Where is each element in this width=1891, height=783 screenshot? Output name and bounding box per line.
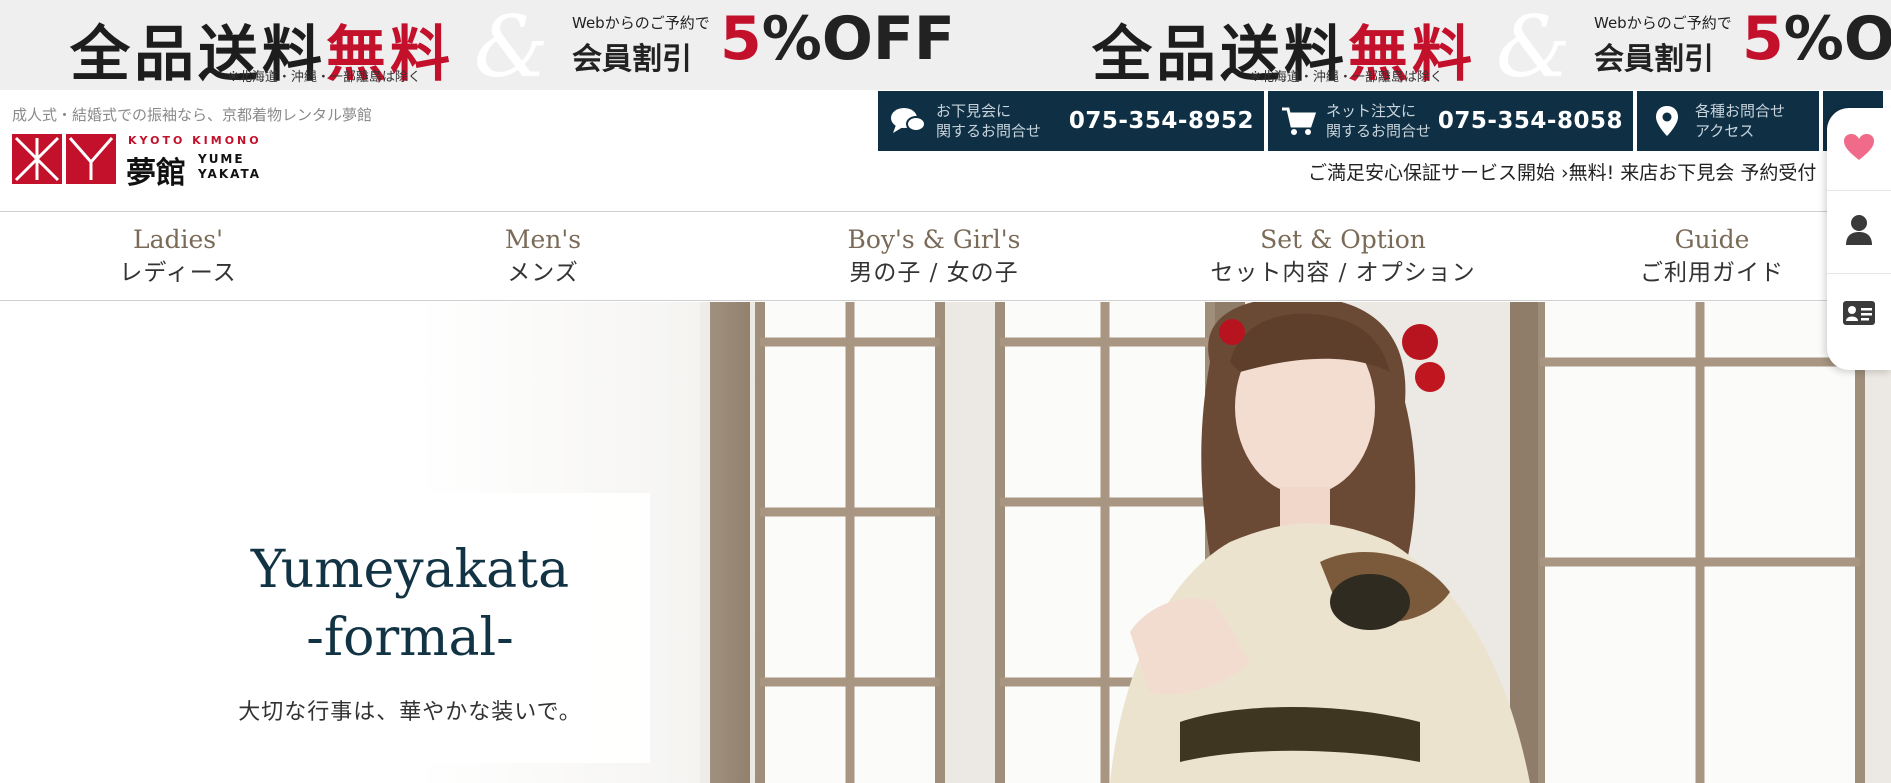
contact-label-line: 関するお問合せ [1326,122,1432,140]
chat-icon [888,101,928,141]
contact-access-label: 各種お問合せ アクセス [1695,101,1785,141]
contact-online-order-label: ネット注文に 関するお問合せ [1326,101,1431,141]
contact-label-line: 各種お問合せ [1695,102,1786,120]
promo-discount-number: 5 [720,4,762,74]
promo-banner[interactable]: 全品送料無料 ※北海道・沖縄・一部離島は除く & Webからのご予約で 会員割引… [0,0,1891,90]
hero-subtitle: 大切な行事は、華やかな装いで。 [238,700,582,725]
contact-label-line: 関するお問合せ [936,122,1042,140]
contact-label-line: ネット注文に [1326,102,1417,120]
logo-english-line-1: YUME [198,152,245,166]
nav-label-jp: 男の子 / 女の子 [849,260,1019,286]
nav-label-jp: レディース [119,260,237,286]
map-pin-icon [1647,101,1687,141]
site-logo[interactable]: KYOTO KIMONO 夢館 YUME YAKATA [12,132,272,191]
contact-online-order[interactable]: ネット注文に 関するお問合せ 075-354-8058 [1268,91,1633,151]
logo-mark-icon [12,134,116,184]
contact-preview-label: お下見会に 関するお問合せ [936,101,1041,141]
promo-ampersand: & [1496,0,1571,90]
promo-discount: 5%OFF [720,4,955,74]
contact-preview[interactable]: お下見会に 関するお問合せ 075-354-8952 [878,91,1264,151]
side-floating-panel [1827,108,1891,370]
promo-web-text: Webからのご予約で [1594,14,1732,32]
nav-label-en: Men's [504,225,582,254]
site-tagline: 成人式・結婚式での振袖なら、京都着物レンタル夢館 [12,106,373,124]
id-card-icon [1842,300,1876,330]
promo-web-text: Webからのご予約で [572,14,710,32]
nav-label-jp: メンズ [507,260,579,286]
promo-discount: 5%OFF [1742,4,1891,74]
nav-kids[interactable]: Boy's & Girl's 男の子 / 女の子 [814,224,1054,290]
nav-label-jp: セット内容 / オプション [1210,260,1476,286]
contact-access[interactable]: 各種お問合せ アクセス [1637,91,1819,151]
nav-label-en: Set & Option [1260,225,1426,254]
account-button[interactable] [1827,191,1891,274]
hero-title-line-2: -formal- [306,608,514,668]
promo-discount-number: 5 [1742,4,1784,74]
favorites-button[interactable] [1827,108,1891,191]
hero-banner[interactable]: Yumeyakata -formal- 大切な行事は、華やかな装いで。 [0,302,1891,783]
nav-set-option[interactable]: Set & Option セット内容 / オプション [1203,224,1483,290]
hero-title: Yumeyakata -formal- [210,536,610,672]
promo-discount-suffix: %OFF [1783,4,1891,74]
heart-icon [1843,133,1875,165]
nav-guide[interactable]: Guide ご利用ガイド [1612,224,1812,290]
user-icon [1845,214,1873,250]
contact-bar: お下見会に 関するお問合せ 075-354-8952 ネット注文に 関するお問合… [878,91,1883,151]
hero-title-line-1: Yumeyakata [250,540,570,600]
promo-ampersand: & [474,0,549,90]
promo-discount-suffix: %OFF [761,4,955,74]
logo-subtitle: KYOTO KIMONO [128,134,262,147]
logo-japanese: 夢館 [126,156,186,191]
cart-icon [1278,101,1318,141]
membership-card-button[interactable] [1827,274,1891,356]
nav-label-en: Boy's & Girl's [847,225,1021,254]
nav-label-en: Ladies' [132,225,223,254]
promo-member-text: 会員割引 [572,42,692,77]
logo-english-line-2: YAKATA [198,167,262,181]
promo-note: ※北海道・沖縄・一部離島は除く [1250,70,1443,85]
logo-english: YUME YAKATA [198,152,261,182]
service-notice[interactable]: ご満足安心保証サービス開始 ›無料! 来店お下見会 予約受付 [1308,158,1816,185]
contact-label-line: お下見会に [936,102,1012,120]
promo-note: ※北海道・沖縄・一部離島は除く [228,70,421,85]
nav-label-en: Guide [1674,225,1750,254]
contact-preview-tel[interactable]: 075-354-8952 [1069,108,1254,134]
contact-label-line: アクセス [1695,122,1755,140]
nav-mens[interactable]: Men's メンズ [443,224,643,290]
main-nav: Ladies' レディース Men's メンズ Boy's & Girl's 男… [0,211,1891,301]
promo-member-text: 会員割引 [1594,42,1714,77]
contact-online-order-tel[interactable]: 075-354-8058 [1438,108,1623,134]
nav-label-jp: ご利用ガイド [1640,260,1784,286]
nav-ladies[interactable]: Ladies' レディース [78,224,278,290]
